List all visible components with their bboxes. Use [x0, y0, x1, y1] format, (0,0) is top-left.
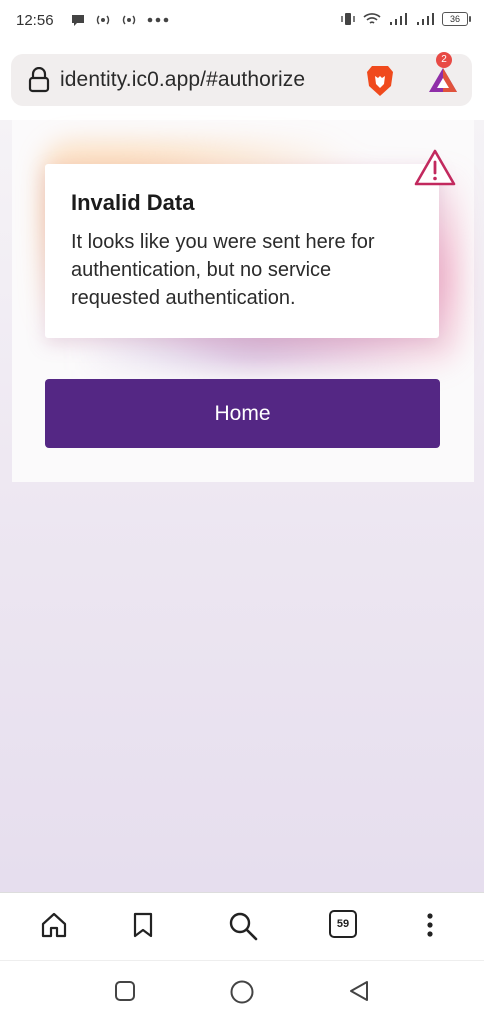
status-bar: 12:56 36 [0, 0, 484, 44]
rewards-badge: 2 [436, 52, 452, 68]
invalid-data-card: Invalid Data It looks like you were sent… [45, 164, 439, 338]
bookmark-icon[interactable] [131, 911, 155, 939]
android-nav-bar [0, 960, 484, 1025]
browser-bottom-toolbar: 59 [0, 892, 484, 961]
browser-address-area: identity.ic0.app/#authorize 2 [0, 44, 484, 120]
status-left-icons [70, 12, 170, 28]
lock-icon[interactable] [28, 67, 50, 93]
home-button[interactable]: Home [45, 379, 440, 448]
vibrate-icon [341, 13, 355, 25]
menu-icon[interactable] [424, 911, 436, 939]
brave-lion-icon[interactable] [364, 64, 396, 98]
warning-icon [414, 149, 456, 186]
wifi-icon [363, 13, 381, 24]
status-time: 12:56 [16, 12, 54, 29]
signal-icon [417, 13, 434, 25]
search-icon[interactable] [228, 911, 258, 941]
tabs-icon[interactable]: 59 [329, 910, 357, 938]
status-right-icons: 36 [340, 12, 471, 26]
signal-icon [390, 13, 407, 25]
more-dots-icon [147, 17, 169, 23]
back-icon[interactable] [347, 979, 371, 1003]
url-text[interactable]: identity.ic0.app/#authorize [60, 68, 305, 92]
chat-bubble-icon [72, 15, 84, 26]
home-icon[interactable] [40, 911, 68, 939]
address-bar[interactable]: identity.ic0.app/#authorize [11, 54, 472, 106]
hotspot-icon [122, 15, 136, 25]
hotspot-icon [96, 15, 110, 25]
recents-icon[interactable] [113, 979, 137, 1003]
home-circle-icon[interactable] [229, 979, 255, 1005]
battery-indicator: 36 [442, 12, 471, 26]
card-title: Invalid Data [71, 190, 195, 215]
card-message: It looks like you were sent here for aut… [71, 231, 375, 309]
